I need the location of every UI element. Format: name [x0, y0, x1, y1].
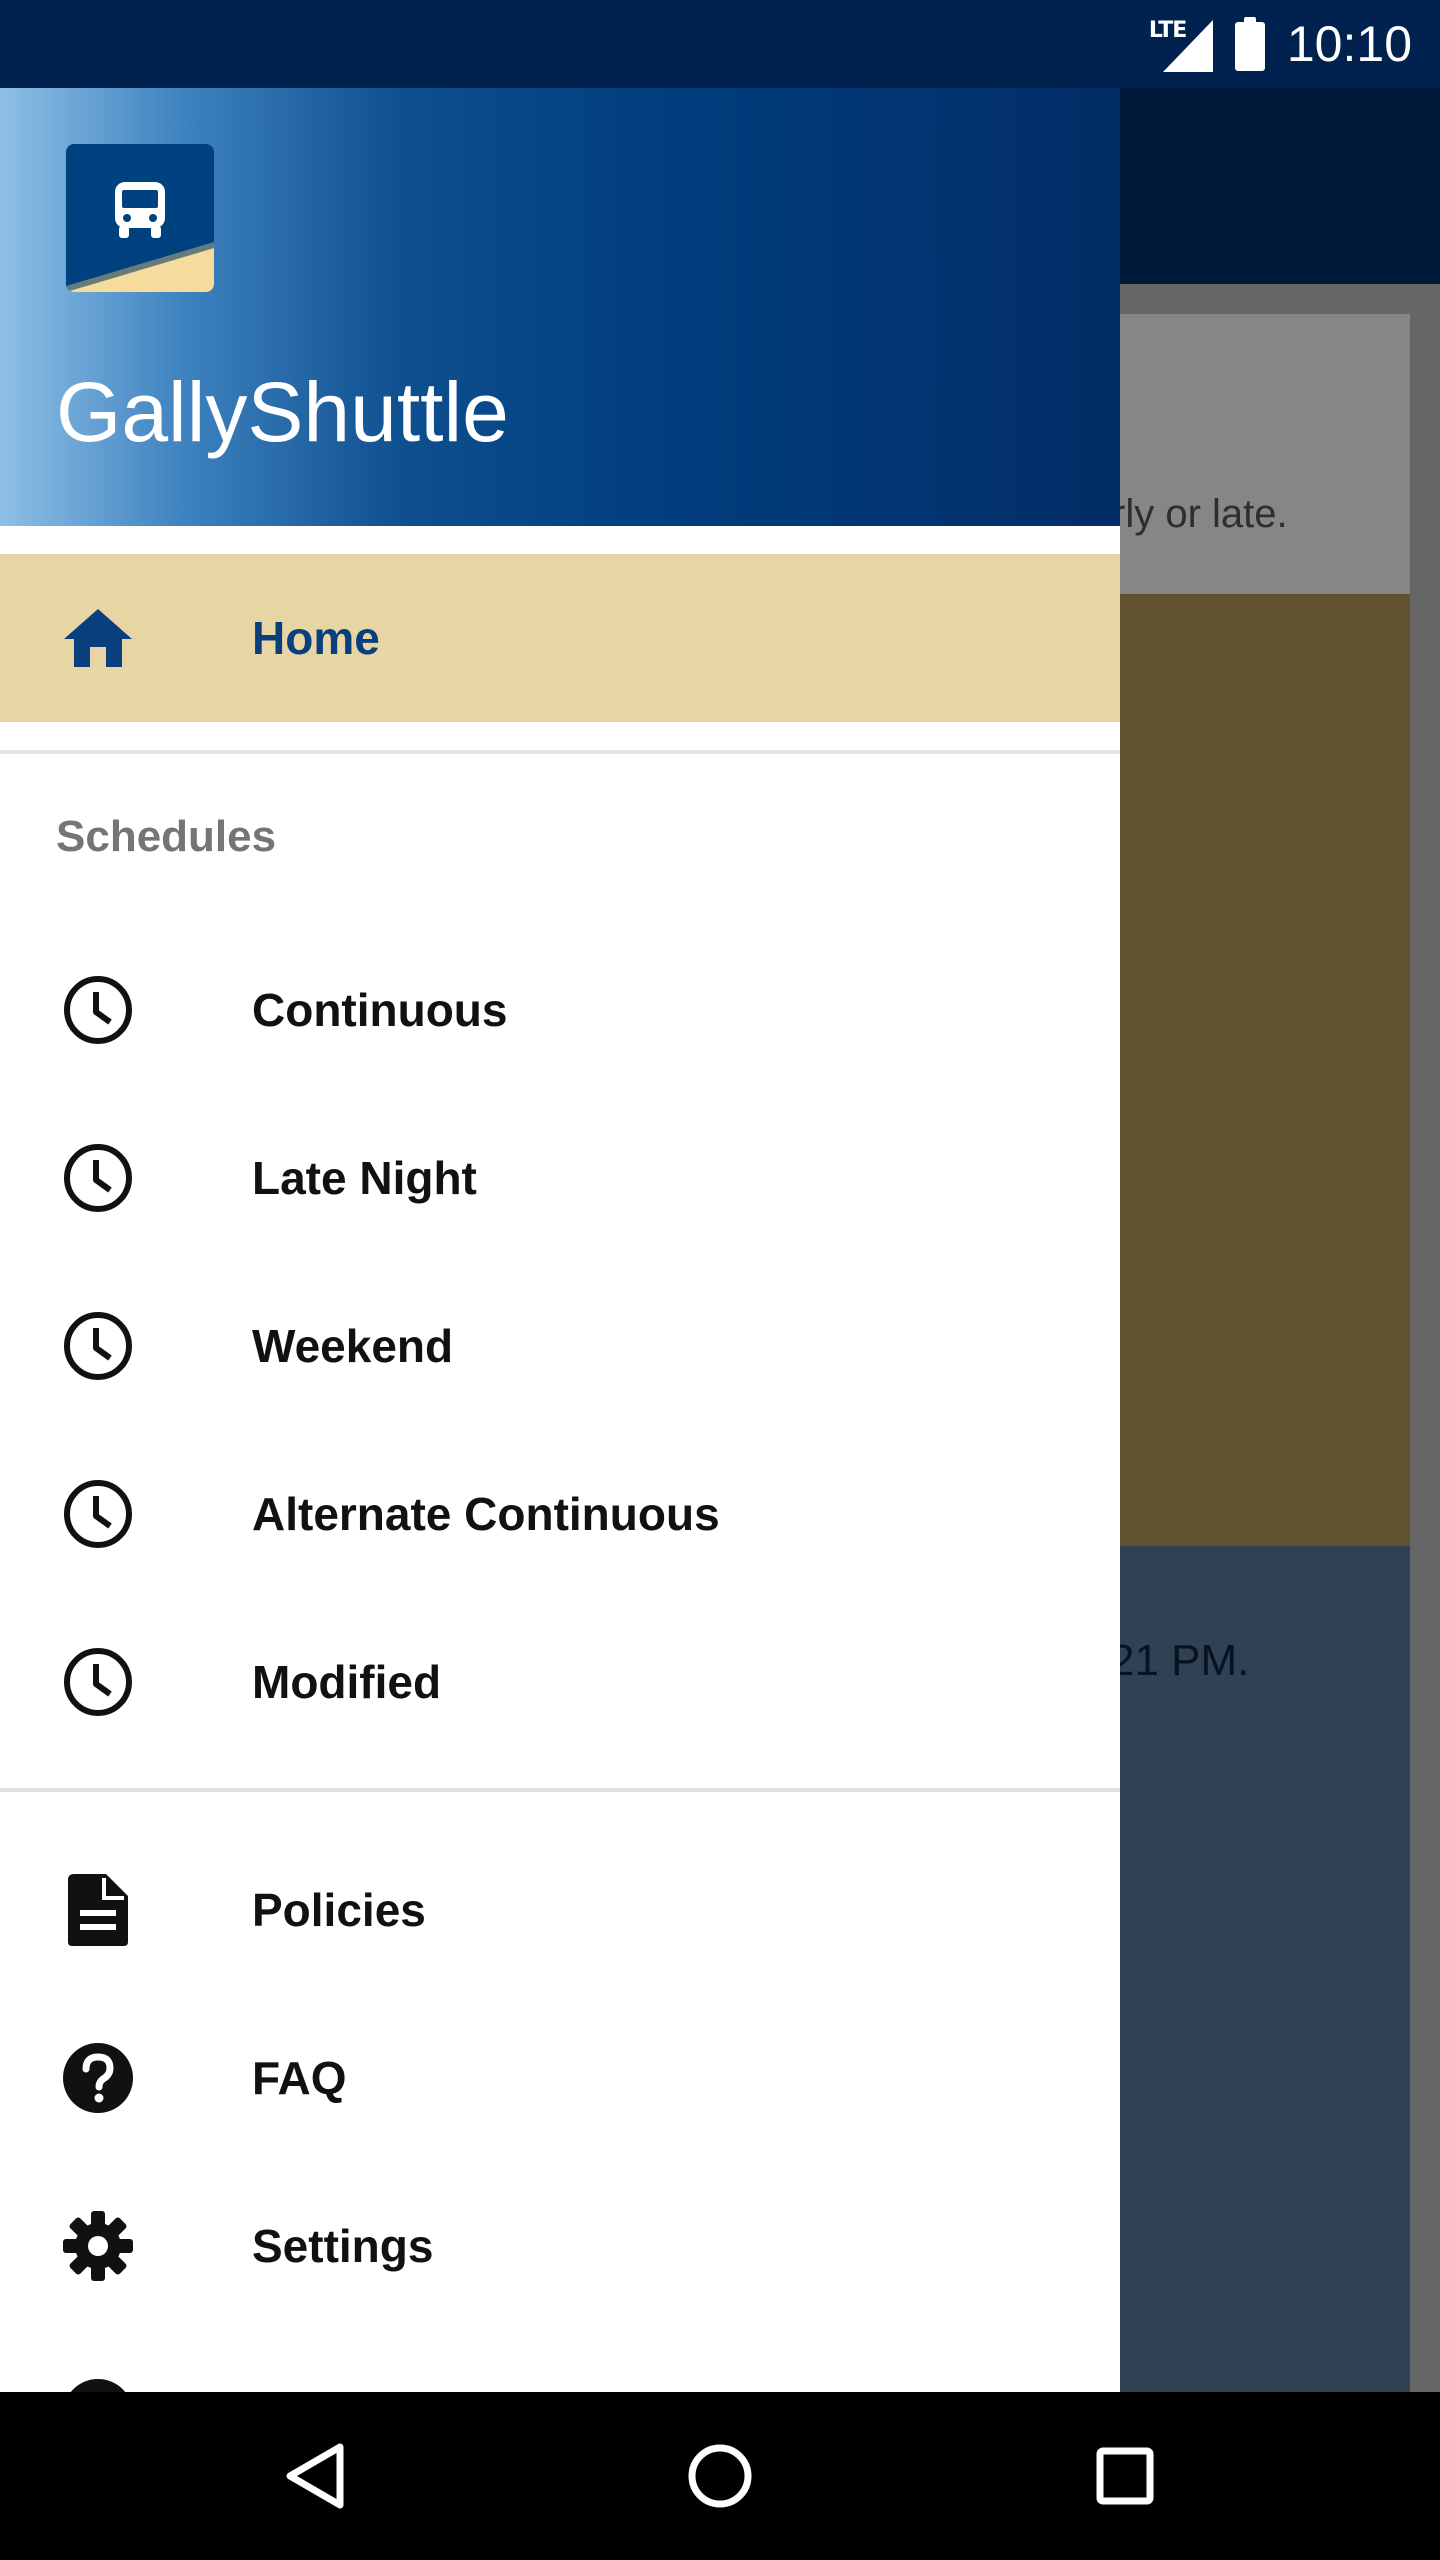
divider — [0, 1788, 1120, 1792]
back-icon[interactable] — [275, 2436, 355, 2516]
nav-item-weekend[interactable]: Weekend — [0, 1262, 1120, 1430]
nav-item-more[interactable] — [0, 2330, 1120, 2392]
app-title: GallyShuttle — [56, 365, 509, 459]
nav-item-faq[interactable]: FAQ — [0, 1994, 1120, 2162]
nav-item-label: Late Night — [252, 1152, 477, 1204]
nav-item-modified[interactable]: Modified — [0, 1598, 1120, 1766]
battery-icon — [1234, 17, 1265, 71]
clock-icon — [60, 1644, 136, 1720]
nav-item-label: Continuous — [252, 984, 508, 1036]
drawer-header: GallyShuttle — [0, 88, 1120, 526]
lte-signal-icon: LTE — [1149, 16, 1213, 72]
clock-icon — [60, 1308, 136, 1384]
clock-icon — [60, 1476, 136, 1552]
home-icon — [60, 600, 136, 676]
nav-item-continuous[interactable]: Continuous — [0, 926, 1120, 1094]
gear-icon — [60, 2208, 136, 2284]
clock-icon — [60, 972, 136, 1048]
nav-item-policies[interactable]: Policies — [0, 1826, 1120, 1994]
status-bar: LTE 10:10 — [0, 0, 1440, 88]
document-icon — [60, 1872, 136, 1948]
divider — [0, 750, 1120, 754]
clock-time: 10:10 — [1286, 16, 1412, 72]
navigation-drawer: GallyShuttle Home Schedules Continuous L… — [0, 88, 1120, 2392]
home-circle-icon[interactable] — [680, 2436, 760, 2516]
bus-icon — [115, 182, 165, 238]
info-icon — [60, 2376, 136, 2392]
nav-item-label: Weekend — [252, 1320, 454, 1372]
nav-item-label: Home — [252, 612, 380, 664]
nav-item-label: Alternate Continuous — [252, 1488, 720, 1540]
nav-item-alternate-continuous[interactable]: Alternate Continuous — [0, 1430, 1120, 1598]
system-nav-bar — [0, 2392, 1440, 2560]
nav-item-label: Policies — [252, 1884, 426, 1936]
nav-item-late-night[interactable]: Late Night — [0, 1094, 1120, 1262]
help-icon — [60, 2040, 136, 2116]
app-logo — [66, 144, 214, 292]
clock-icon — [60, 1140, 136, 1216]
recents-icon[interactable] — [1085, 2436, 1165, 2516]
schedules-section-header: Schedules — [56, 812, 277, 861]
nav-item-label: FAQ — [252, 2052, 347, 2104]
nav-item-home[interactable]: Home — [0, 554, 1120, 722]
nav-item-label: Settings — [252, 2220, 434, 2272]
nav-item-settings[interactable]: Settings — [0, 2162, 1120, 2330]
nav-item-label: Modified — [252, 1656, 442, 1708]
